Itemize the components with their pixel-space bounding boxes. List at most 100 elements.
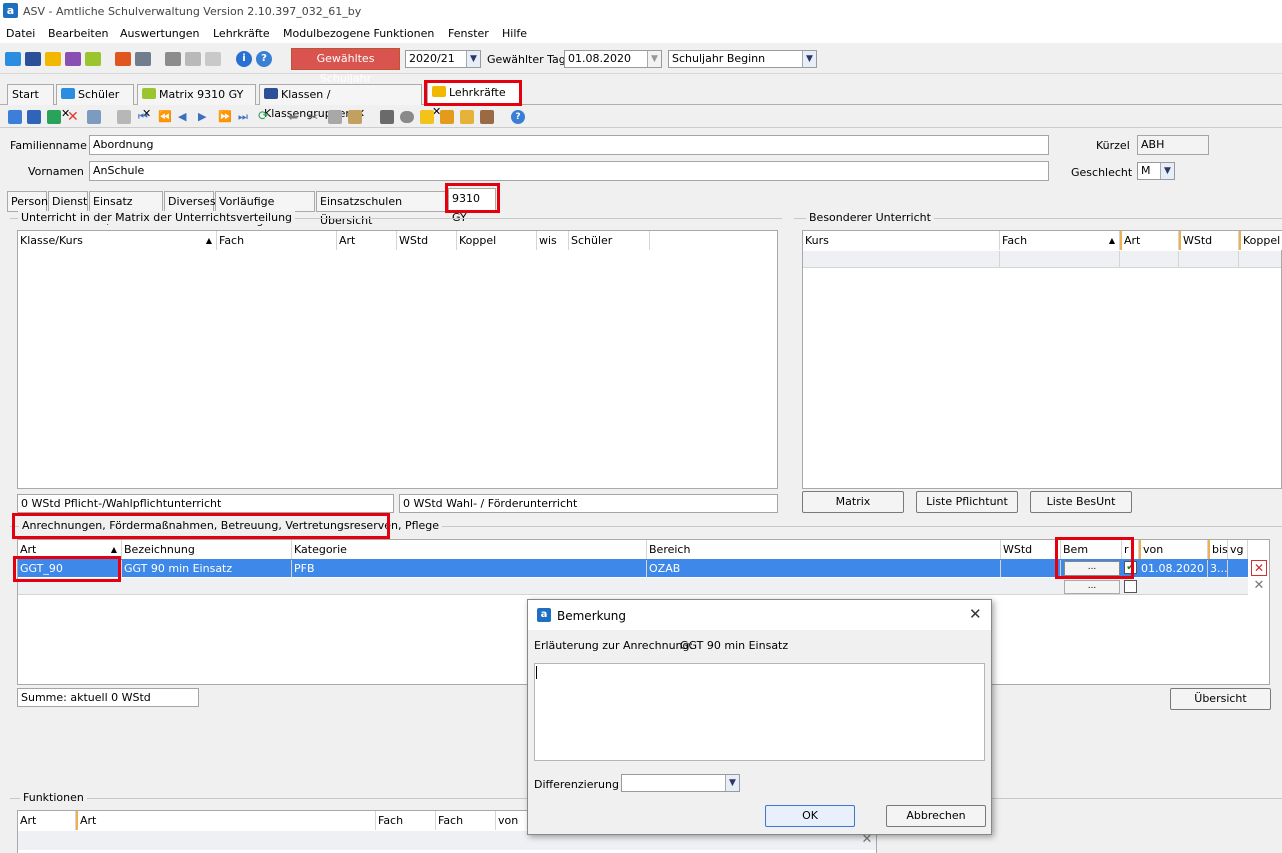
new-icon[interactable] [8, 110, 22, 124]
col-art[interactable]: Art [337, 231, 397, 250]
matrix-icon[interactable] [85, 52, 101, 66]
col-bem[interactable]: Bem [1061, 540, 1122, 559]
col-art-2[interactable]: Art [76, 811, 376, 830]
tab-vorlaeufige-planung[interactable]: Vorläufige Planung [215, 191, 315, 227]
familienname-field[interactable]: Abordnung [89, 135, 1049, 155]
bemerkung-textarea[interactable] [534, 663, 985, 761]
next-record-icon[interactable]: ▶ [198, 110, 212, 124]
cell-art[interactable]: GGT_90 [18, 560, 122, 577]
abbrechen-button[interactable]: Abbrechen [886, 805, 986, 827]
ok-button[interactable]: OK [765, 805, 855, 827]
chevron-down-icon[interactable]: ▼ [802, 51, 816, 67]
menu-bearbeiten[interactable]: Bearbeiten [48, 27, 108, 40]
tab-klassen[interactable]: Klassen / Klassengruppen ✕ [259, 84, 422, 120]
col-fach-2[interactable]: Fach [436, 811, 496, 830]
cell-bezeichnung[interactable]: GGT 90 min Einsatz [122, 560, 292, 577]
kuerzel-field[interactable]: ABH [1137, 135, 1209, 155]
col-koppel[interactable]: Koppel [457, 231, 537, 250]
cut-icon[interactable]: ✂ [308, 110, 322, 124]
tab-start[interactable]: Start ✕ [7, 84, 54, 120]
vornamen-field[interactable]: AnSchule [89, 161, 1049, 181]
cell-von[interactable]: 01.08.2020 [1139, 560, 1208, 577]
col-wstd[interactable]: WStd [1001, 540, 1061, 559]
gewaehltes-schuljahr-button[interactable]: Gewähltes Schuljahr [291, 48, 400, 85]
archive-icon[interactable] [135, 52, 151, 66]
uebersicht-button[interactable]: Übersicht [1170, 688, 1271, 710]
students-icon[interactable] [5, 52, 21, 66]
paste-icon[interactable] [348, 110, 362, 124]
tab-dienst[interactable]: Dienst [48, 191, 88, 212]
menu-fenster[interactable]: Fenster [448, 27, 489, 40]
menu-auswertungen[interactable]: Auswertungen [120, 27, 200, 40]
liste-besunt-button[interactable]: Liste BesUnt [1030, 491, 1132, 513]
col-kategorie[interactable]: Kategorie [292, 540, 647, 559]
tab-einsatz[interactable]: Einsatz 20/21 [89, 191, 163, 227]
chevron-down-icon[interactable]: ▼ [466, 51, 480, 67]
chevron-down-icon[interactable]: ▼ [647, 51, 661, 67]
refresh-icon[interactable]: ⟳ [258, 110, 272, 124]
classes-icon[interactable] [25, 52, 41, 66]
person-card-icon[interactable] [480, 110, 494, 124]
schuljahr-select[interactable]: 2020/21 ▼ [405, 50, 481, 68]
back-arrow-icon[interactable]: ⬅ [288, 110, 302, 124]
clock-icon[interactable] [460, 110, 474, 124]
cell-wstd[interactable] [1001, 560, 1061, 577]
help-icon[interactable]: ? [256, 51, 272, 67]
differenzierung-select[interactable]: ▼ [621, 774, 740, 792]
groups-icon[interactable] [65, 52, 81, 66]
view-icon[interactable] [400, 111, 414, 123]
col-koppel[interactable]: Koppel [1239, 231, 1282, 250]
print-icon[interactable] [380, 110, 394, 124]
first-record-icon[interactable]: ⏮ [138, 110, 152, 124]
col-schueler[interactable]: Schüler [569, 231, 650, 250]
chevron-down-icon[interactable]: ▼ [1160, 163, 1174, 179]
save-icon[interactable] [27, 110, 41, 124]
list-icon[interactable] [117, 110, 131, 124]
delete-row-icon[interactable]: ✕ [1251, 578, 1267, 594]
col-art[interactable]: Art [1120, 231, 1179, 250]
col-fach[interactable]: Fach [217, 231, 337, 250]
col-fach[interactable]: Fach ▲ [1000, 231, 1120, 250]
chevron-down-icon[interactable]: ▼ [725, 775, 739, 791]
col-bezeichnung[interactable]: Bezeichnung [122, 540, 292, 559]
tab-9310-gy[interactable]: 9310 GY [448, 188, 496, 224]
menu-lehrkraefte[interactable]: Lehrkräfte [213, 27, 270, 40]
bem-button[interactable]: ... [1064, 580, 1120, 594]
menu-modulbezogene-funktionen[interactable]: Modulbezogene Funktionen [283, 27, 434, 40]
col-kurs[interactable]: Kurs [803, 231, 1000, 250]
copy-record-icon[interactable] [87, 110, 101, 124]
info-icon[interactable]: i [236, 51, 252, 67]
wizard-icon[interactable] [440, 110, 454, 124]
tab-einsatzschulen-uebersicht[interactable]: Einsatzschulen Übersicht [316, 191, 446, 227]
besonderer-table[interactable]: Kurs Fach ▲ Art WStd Koppel [802, 230, 1282, 489]
unterricht-table[interactable]: Klasse/Kurs ▲ Fach Art WStd Koppel wis Sc… [17, 230, 778, 489]
col-fach[interactable]: Fach [376, 811, 436, 830]
delete-icon[interactable]: ✕ [67, 110, 81, 124]
matrix-button[interactable]: Matrix [802, 491, 904, 513]
empty-row-cell[interactable] [1239, 251, 1281, 268]
col-bis[interactable]: bis [1208, 540, 1228, 559]
col-bereich[interactable]: Bereich [647, 540, 1001, 559]
bem-button[interactable]: ... [1064, 561, 1120, 576]
undo-icon[interactable] [47, 110, 61, 124]
last-record-icon[interactable]: ⏭ [238, 110, 252, 124]
tab-matrix[interactable]: Matrix 9310 GY ✕ [137, 84, 256, 120]
report-icon[interactable] [115, 52, 131, 66]
cell-kategorie[interactable]: PFB [292, 560, 647, 577]
delete-row-icon[interactable]: ✕ [1251, 560, 1267, 576]
col-klasse-kurs[interactable]: Klasse/Kurs ▲ [18, 231, 217, 250]
col-wstd[interactable]: WStd [397, 231, 457, 250]
r-checkbox[interactable] [1124, 580, 1137, 593]
help-icon[interactable]: ? [511, 110, 525, 124]
col-art[interactable]: Art [18, 811, 76, 830]
teachers-icon[interactable] [45, 52, 61, 66]
prev-record-icon[interactable]: ◀ [178, 110, 192, 124]
col-wstd[interactable]: WStd [1179, 231, 1239, 250]
cell-bereich[interactable]: OZAB [647, 560, 1001, 577]
liste-pflichtunt-button[interactable]: Liste Pflichtunt [916, 491, 1018, 513]
bulb-icon[interactable] [420, 110, 434, 124]
close-icon[interactable]: ✕ [969, 605, 982, 623]
col-von[interactable]: von [1139, 540, 1208, 559]
tab-diverses[interactable]: Diverses [164, 191, 216, 212]
col-art[interactable]: Art ▲ [18, 540, 122, 559]
